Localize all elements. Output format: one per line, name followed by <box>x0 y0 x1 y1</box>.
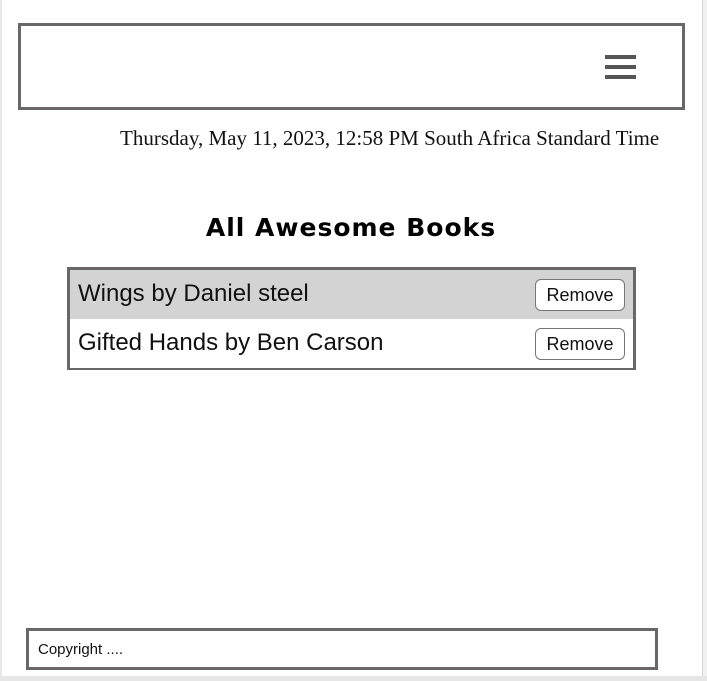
page: Thursday, May 11, 2023, 12:58 PM South A… <box>0 0 707 681</box>
menu-icon-line <box>605 55 636 59</box>
book-row: Gifted Hands by Ben Carson Remove <box>70 319 633 368</box>
book-title: Gifted Hands by Ben Carson <box>78 329 384 356</box>
window-right-edge <box>702 0 707 681</box>
window-left-edge <box>0 0 2 681</box>
book-title: Wings by Daniel steel <box>78 280 309 307</box>
menu-icon-line <box>605 75 636 79</box>
menu-icon-line <box>605 65 636 69</box>
window-bottom-edge <box>0 676 707 681</box>
remove-book-button[interactable]: Remove <box>535 279 625 311</box>
copyright-text: Copyright .... <box>38 641 124 658</box>
footer: Copyright .... <box>26 628 658 670</box>
remove-book-button[interactable]: Remove <box>535 328 625 360</box>
book-list: Wings by Daniel steel Remove Gifted Hand… <box>67 267 636 370</box>
books-heading: All Awesome Books <box>205 213 497 242</box>
hamburger-menu-icon[interactable] <box>605 55 636 80</box>
header-bar <box>18 23 685 110</box>
book-row: Wings by Daniel steel Remove <box>70 270 633 319</box>
current-datetime: Thursday, May 11, 2023, 12:58 PM South A… <box>120 126 660 150</box>
